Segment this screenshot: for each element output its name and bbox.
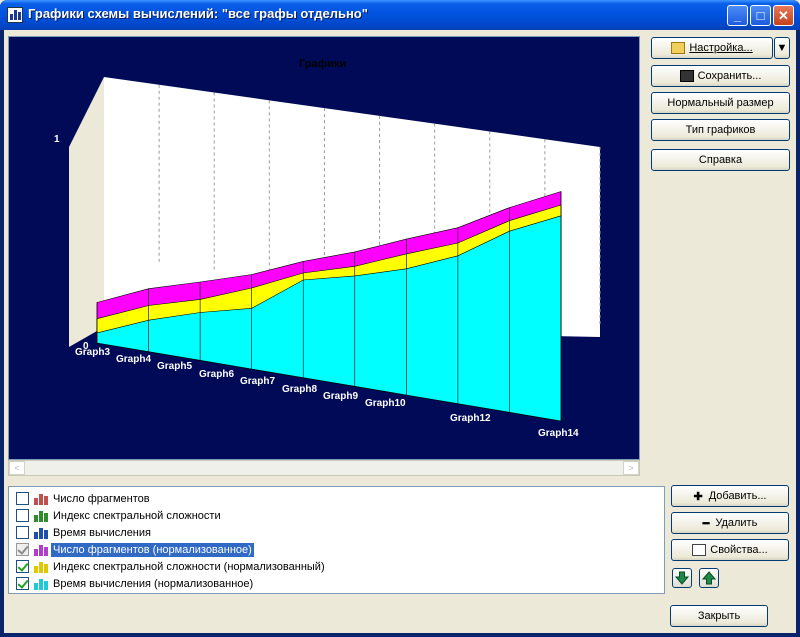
x-tick-label: Graph8 [282,384,317,395]
properties-icon [692,544,707,556]
x-tick-label: Graph5 [157,361,192,372]
series-checkbox[interactable] [16,577,29,590]
series-checkbox[interactable] [16,526,29,539]
folder-open-icon [671,42,686,54]
x-tick-label: Graph3 [75,347,110,358]
x-tick-label: Graph9 [323,391,358,402]
scroll-right-arrow[interactable]: > [623,461,639,475]
minimize-button[interactable]: _ [727,5,748,26]
series-chart-icon [34,544,48,556]
window-title: Графики схемы вычислений: "все графы отд… [28,6,368,21]
help-button[interactable]: Справка [651,149,790,171]
plus-icon: ✚ [693,490,703,503]
series-list-item[interactable]: Индекс спектральной сложности [9,507,664,524]
settings-dropdown-button[interactable]: ▼ [774,37,790,59]
x-tick-label: Graph10 [365,398,406,409]
remove-series-button[interactable]: ━ Удалить [671,512,789,534]
series-chart-icon [34,493,48,505]
title-bar[interactable]: Графики схемы вычислений: "все графы отд… [0,0,800,30]
series-chart-icon [34,527,48,539]
chevron-down-icon: ▼ [776,42,788,54]
series-chart-icon [34,561,48,573]
floppy-disk-icon [679,70,694,82]
series-list[interactable]: Число фрагментов Индекс спектральной слож… [8,486,665,594]
series-label: Индекс спектральной сложности [53,509,221,522]
x-tick-label: Graph4 [116,354,151,365]
series-list-item[interactable]: Число фрагментов (нормализованное) [9,541,664,558]
arrow-up-icon [701,571,717,585]
move-down-button[interactable] [672,568,692,588]
series-list-item[interactable]: Время вычисления [9,524,664,541]
series-checkbox[interactable] [16,492,29,505]
chart-area[interactable]: Графики 1 0 Graph3 Graph4 Graph5 Graph6 Graph7 G… [8,36,640,460]
x-tick-label: Graph12 [450,413,491,424]
chart-canvas: Графики10Graph3Graph4Graph5Graph6Graph7G… [54,58,601,439]
series-checkbox[interactable] [16,560,29,573]
series-label: Время вычисления [53,526,151,539]
x-tick-label: Graph6 [199,369,234,380]
series-list-item[interactable]: Индекс спектральной сложности (нормализо… [9,558,664,575]
series-label: Число фрагментов (нормализованное) [51,542,254,557]
series-chart-icon [34,510,48,522]
series-checkbox[interactable] [16,509,29,522]
series-checkbox[interactable] [16,543,29,556]
series-label: Индекс спектральной сложности (нормализо… [53,560,325,573]
arrow-down-icon [674,571,690,585]
chart-title: Графики [299,58,346,70]
maximize-button[interactable]: □ [750,5,771,26]
close-window-button[interactable]: ✕ [773,5,794,26]
normal-size-button[interactable]: Нормальный размер [651,92,790,114]
settings-button[interactable]: Настройка... [651,37,773,59]
horizontal-scrollbar[interactable]: < > [8,460,640,476]
x-tick-label: Graph7 [240,376,275,387]
scroll-left-arrow[interactable]: < [9,461,25,475]
chart-app-icon[interactable] [7,7,23,23]
series-list-item[interactable]: Число фрагментов [9,490,664,507]
properties-button[interactable]: Свойства... [671,539,789,561]
series-list-item[interactable]: Время вычисления (нормализованное) [9,575,664,592]
close-button[interactable]: Закрыть [670,605,768,627]
dialog-body: Графики 1 0 Graph3 Graph4 Graph5 Graph6 Graph7 G… [4,30,796,633]
series-chart-icon [34,578,48,590]
add-series-button[interactable]: ✚ Добавить... [671,485,789,507]
move-up-button[interactable] [699,568,719,588]
x-tick-label: Graph14 [538,428,579,439]
series-label: Число фрагментов [53,492,150,505]
y-tick-label: 1 [54,134,60,145]
series-label: Время вычисления (нормализованное) [53,577,254,590]
app-window: Графики схемы вычислений: "все графы отд… [0,0,800,637]
minus-icon: ━ [702,517,710,530]
save-button[interactable]: Сохранить... [651,65,790,87]
chart-type-button[interactable]: Тип графиков [651,119,790,141]
